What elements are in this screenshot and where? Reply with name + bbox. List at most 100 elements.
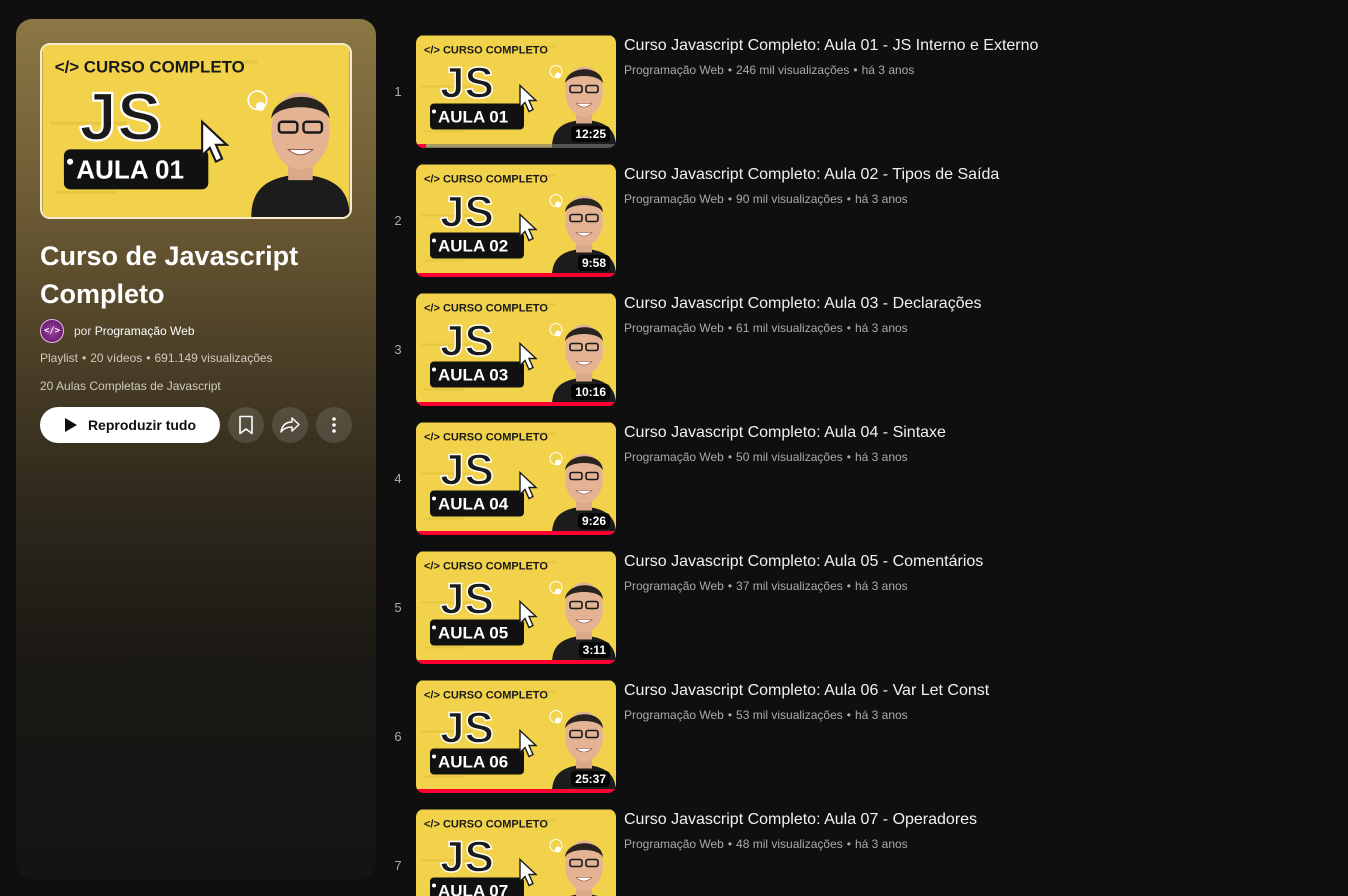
- video-duration: 10:16: [571, 384, 610, 400]
- video-view-count: 48 mil visualizações: [736, 837, 843, 851]
- video-channel-link[interactable]: Programação Web: [624, 63, 724, 77]
- playlist-video-row[interactable]: 6 </> CURSO COMPLETO JS AULA 06 25:37 Cu…: [384, 680, 1324, 809]
- video-index: 4: [394, 471, 402, 486]
- thumbnail-tagline: </> CURSO COMPLETO: [424, 819, 548, 831]
- share-icon: [280, 417, 300, 433]
- video-thumbnail[interactable]: </> CURSO COMPLETO JS AULA 05 3:11: [416, 551, 616, 664]
- video-view-count: 90 mil visualizações: [736, 192, 843, 206]
- video-title-link[interactable]: Curso Javascript Completo: Aula 07 - Ope…: [624, 809, 1264, 831]
- video-index: 7: [394, 858, 402, 873]
- playlist-type: Playlist: [40, 351, 79, 365]
- watch-progress-bar: [416, 531, 616, 535]
- video-duration: 9:26: [577, 513, 610, 529]
- thumbnail-lesson-label: AULA 03: [438, 366, 508, 385]
- play-icon: [64, 418, 77, 432]
- video-channel-link[interactable]: Programação Web: [624, 321, 724, 335]
- owner-byline: por Programação Web: [74, 324, 195, 338]
- video-title-link[interactable]: Curso Javascript Completo: Aula 06 - Var…: [624, 680, 1264, 702]
- thumbnail-lesson-label: AULA 01: [76, 155, 184, 185]
- thumbnail-tagline: </> CURSO COMPLETO: [424, 45, 548, 57]
- video-title-link[interactable]: Curso Javascript Completo: Aula 01 - JS …: [624, 35, 1264, 57]
- video-channel-link[interactable]: Programação Web: [624, 708, 724, 722]
- thumbnail-lesson-label: AULA 01: [438, 108, 508, 127]
- thumbnail-artwork: </> CURSO COMPLETO JS AULA 07: [416, 809, 616, 896]
- video-channel-link[interactable]: Programação Web: [624, 579, 724, 593]
- video-meta: Programação Web • 37 mil visualizações • h…: [624, 579, 908, 593]
- video-meta: Programação Web • 246 mil visualizações • …: [624, 63, 915, 77]
- share-button[interactable]: [272, 407, 308, 443]
- video-age: há 3 anos: [854, 708, 908, 722]
- video-meta: Programação Web • 61 mil visualizações • h…: [624, 321, 908, 335]
- thumbnail-big-text: JS: [440, 833, 494, 882]
- play-all-label: Reproduzir tudo: [87, 417, 197, 433]
- video-duration: 9:58: [577, 255, 610, 271]
- playlist-description: 20 Aulas Completas de Javascript: [40, 379, 221, 393]
- video-duration: 25:37: [571, 771, 610, 787]
- owner-name-link[interactable]: Programação Web: [95, 324, 195, 338]
- video-thumbnail[interactable]: </> CURSO COMPLETO JS AULA 07: [416, 809, 616, 896]
- playlist-video-row[interactable]: 3 </> CURSO COMPLETO JS AULA 03 10:16 Cu…: [384, 293, 1324, 422]
- playlist-owner[interactable]: </> por Programação Web: [40, 319, 352, 343]
- more-vert-icon: [332, 417, 336, 433]
- watch-progress-bar: [416, 273, 616, 277]
- video-duration: 3:11: [578, 642, 610, 658]
- playlist-video-row[interactable]: 1 </> CURSO COMPLETO JS AULA 01 12:25 Cu…: [384, 35, 1324, 164]
- more-actions-button[interactable]: [316, 407, 352, 443]
- thumbnail-big-text: JS: [440, 446, 494, 495]
- video-age: há 3 anos: [854, 579, 908, 593]
- watch-progress-bar: [416, 144, 616, 148]
- video-view-count: 50 mil visualizações: [736, 450, 843, 464]
- watch-progress-fill: [416, 144, 426, 148]
- video-thumbnail[interactable]: </> CURSO COMPLETO JS AULA 06 25:37: [416, 680, 616, 793]
- video-channel-link[interactable]: Programação Web: [624, 192, 724, 206]
- video-thumbnail[interactable]: </> CURSO COMPLETO JS AULA 02 9:58: [416, 164, 616, 277]
- video-view-count: 53 mil visualizações: [736, 708, 843, 722]
- video-meta: Programação Web • 50 mil visualizações • h…: [624, 450, 908, 464]
- video-thumbnail[interactable]: </> CURSO COMPLETO JS AULA 04 9:26: [416, 422, 616, 535]
- playlist-meta: Playlist • 20 vídeos • 691.149 visualizaçõ…: [40, 351, 273, 365]
- video-duration: 12:25: [571, 126, 610, 142]
- video-meta: Programação Web • 53 mil visualizações • h…: [624, 708, 908, 722]
- video-view-count: 246 mil visualizações: [736, 63, 850, 77]
- video-thumbnail[interactable]: </> CURSO COMPLETO JS AULA 01 12:25: [416, 35, 616, 148]
- video-thumbnail[interactable]: </> CURSO COMPLETO JS AULA 03 10:16: [416, 293, 616, 406]
- playlist-video-row[interactable]: 2 </> CURSO COMPLETO JS AULA 02 9:58 Cur…: [384, 164, 1324, 293]
- video-title-link[interactable]: Curso Javascript Completo: Aula 04 - Sin…: [624, 422, 1264, 444]
- thumbnail-big-text: JS: [79, 80, 162, 155]
- thumbnail-big-text: JS: [440, 704, 494, 753]
- playlist-header-panel: </> CURSO COMPLETO JS AULA 01 Curso de J…: [16, 19, 376, 879]
- video-meta: Programação Web • 90 mil visualizações • h…: [624, 192, 908, 206]
- video-info: Curso Javascript Completo: Aula 03 - Dec…: [624, 293, 1264, 335]
- playlist-video-row[interactable]: 4 </> CURSO COMPLETO JS AULA 04 9:26 Cur…: [384, 422, 1324, 551]
- thumbnail-big-text: JS: [440, 59, 494, 108]
- save-playlist-button[interactable]: [228, 407, 264, 443]
- thumbnail-big-text: JS: [440, 575, 494, 624]
- playlist-actions: Reproduzir tudo: [40, 407, 352, 443]
- playlist-thumbnail[interactable]: </> CURSO COMPLETO JS AULA 01: [40, 43, 352, 219]
- watch-progress-bar: [416, 660, 616, 664]
- watch-progress-fill: [416, 789, 616, 793]
- playlist-video-row[interactable]: 5 </> CURSO COMPLETO JS AULA 05 3:11 Cur…: [384, 551, 1324, 680]
- video-title-link[interactable]: Curso Javascript Completo: Aula 02 - Tip…: [624, 164, 1264, 186]
- video-title-link[interactable]: Curso Javascript Completo: Aula 05 - Com…: [624, 551, 1264, 573]
- watch-progress-bar: [416, 402, 616, 406]
- play-all-button[interactable]: Reproduzir tudo: [40, 407, 220, 443]
- thumbnail-lesson-label: AULA 07: [438, 882, 508, 896]
- playlist-video-row[interactable]: 7 </> CURSO COMPLETO JS AULA 07 Curso Ja…: [384, 809, 1324, 896]
- thumbnail-big-text: JS: [440, 317, 494, 366]
- thumbnail-lesson-label: AULA 04: [438, 495, 509, 514]
- video-age: há 3 anos: [854, 192, 908, 206]
- video-channel-link[interactable]: Programação Web: [624, 450, 724, 464]
- watch-progress-bar: [416, 789, 616, 793]
- video-title-link[interactable]: Curso Javascript Completo: Aula 03 - Dec…: [624, 293, 1264, 315]
- video-age: há 3 anos: [854, 837, 908, 851]
- watch-progress-fill: [416, 531, 616, 535]
- bookmark-icon: [239, 415, 253, 435]
- channel-avatar[interactable]: </>: [40, 319, 64, 343]
- thumbnail-tagline: </> CURSO COMPLETO: [424, 432, 548, 444]
- video-channel-link[interactable]: Programação Web: [624, 837, 724, 851]
- video-age: há 3 anos: [854, 450, 908, 464]
- video-info: Curso Javascript Completo: Aula 06 - Var…: [624, 680, 1264, 722]
- playlist-video-count: 20 vídeos: [90, 351, 143, 365]
- watch-progress-fill: [416, 402, 616, 406]
